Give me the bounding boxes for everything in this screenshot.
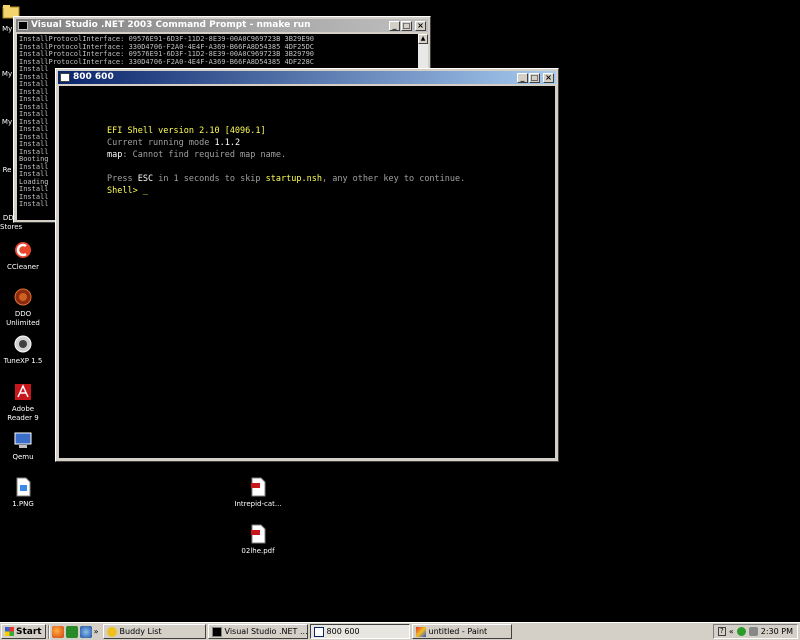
- efi-map-message: : Cannot find required map name.: [122, 150, 287, 160]
- cmd-icon: [18, 21, 28, 30]
- desktop-icon-label: Intrepid-cat...: [234, 500, 282, 508]
- efi-press-c: , any other key to continue.: [321, 174, 466, 184]
- system-tray: ? « 2:30 PM: [712, 624, 798, 639]
- task-800-600[interactable]: 800 600: [309, 624, 410, 639]
- efi-window[interactable]: 800 600 _ □ × EFI Shell version 2.10 [40…: [55, 68, 559, 462]
- desktop-icon-my-network[interactable]: My: [0, 118, 14, 127]
- task-buddy-list[interactable]: Buddy List: [102, 624, 206, 639]
- desktop-icon-label: TuneXP 1.5: [3, 357, 43, 365]
- taskbar: Start » Buddy List Visual Studio .NET ..…: [0, 622, 800, 640]
- tunexp-icon: [14, 335, 32, 353]
- start-button[interactable]: Start: [1, 624, 46, 639]
- paint-icon: [415, 626, 426, 637]
- desktop-icon-recycle-bin[interactable]: Re: [0, 166, 14, 175]
- network-icon[interactable]: [736, 627, 746, 636]
- desktop-icon-label: DDO Unlimited: [6, 310, 40, 327]
- efi-window-title: 800 600: [73, 72, 114, 82]
- efi-startup-file: startup.nsh: [265, 174, 322, 184]
- efi-mode-label: Current running mode: [107, 138, 215, 148]
- taskbar-separator: [47, 624, 50, 639]
- efi-map-key: map: [107, 150, 123, 160]
- maximize-button[interactable]: □: [529, 73, 540, 83]
- scroll-up-arrow-icon[interactable]: ▲: [418, 34, 428, 44]
- desktop: My D My My Re DDO Stores CCleaner DDO Un…: [0, 0, 800, 622]
- maximize-button[interactable]: □: [401, 21, 412, 31]
- window-icon: [60, 73, 70, 82]
- efi-titlebar[interactable]: 800 600 _ □ ×: [58, 71, 556, 84]
- task-label: Buddy List: [119, 627, 162, 636]
- buddy-list-icon: [106, 626, 117, 637]
- close-button[interactable]: ×: [415, 21, 426, 31]
- task-label: 800 600: [326, 627, 360, 636]
- desktop-icon-02lhe-pdf[interactable]: 02lhe.pdf: [231, 524, 285, 556]
- desktop-icon-label: CCleaner: [7, 263, 39, 271]
- efi-console[interactable]: EFI Shell version 2.10 [4096.1] Current …: [59, 86, 555, 458]
- window-icon: [313, 626, 324, 637]
- efi-version-line: EFI Shell version 2.10 [4096.1]: [107, 126, 266, 136]
- desktop-icon-label: Re: [2, 166, 12, 174]
- desktop-icon-label: My: [1, 70, 13, 78]
- desktop-icon-qemu[interactable]: Qemu: [0, 430, 46, 462]
- cmd-icon: [211, 626, 222, 637]
- close-button[interactable]: ×: [543, 73, 554, 83]
- ddo-icon: [14, 288, 32, 306]
- efi-esc-key: ESC: [137, 174, 154, 184]
- efi-mode-value: 1.1.2: [214, 138, 241, 148]
- quicklaunch-app-icon[interactable]: [65, 625, 78, 638]
- desktop-icon-tunexp[interactable]: TuneXP 1.5: [0, 334, 46, 366]
- task-label: Visual Studio .NET ...: [224, 627, 308, 636]
- clock[interactable]: 2:30 PM: [761, 627, 793, 636]
- efi-shell-prompt[interactable]: Shell> _: [107, 186, 148, 196]
- efi-press-a: Press: [107, 174, 138, 184]
- cmd-output-line: InstallProtocolInterface: 330D4706-F2A0-…: [19, 57, 315, 66]
- volume-icon[interactable]: [748, 627, 758, 636]
- firefox-icon[interactable]: [51, 625, 64, 638]
- desktop-icon-label: My: [1, 118, 13, 126]
- png-file-icon: [16, 477, 31, 497]
- desktop-icon-label: Qemu: [12, 453, 34, 461]
- internet-explorer-icon[interactable]: [79, 625, 92, 638]
- desktop-icon-my-computer[interactable]: My: [0, 70, 14, 79]
- desktop-icon-1-png[interactable]: 1.PNG: [0, 477, 46, 509]
- pdf-file-icon: [251, 524, 266, 544]
- desktop-icon-label: 1.PNG: [12, 500, 34, 508]
- ccleaner-icon: [15, 242, 31, 258]
- desktop-icon-label: Adobe Reader 9: [7, 405, 39, 422]
- start-label: Start: [16, 626, 42, 637]
- desktop-icon-intrepid-pdf[interactable]: Intrepid-cat...: [231, 477, 285, 509]
- quicklaunch-overflow-icon[interactable]: »: [94, 627, 99, 636]
- desktop-icon-adobe-reader[interactable]: Adobe Reader 9: [0, 382, 46, 423]
- efi-output: EFI Shell version 2.10 [4096.1] Current …: [107, 125, 555, 197]
- cmd-window-title: Visual Studio .NET 2003 Command Prompt -…: [31, 20, 311, 30]
- windows-flag-icon: [5, 627, 14, 636]
- task-label: untitled - Paint: [428, 627, 488, 636]
- minimize-button[interactable]: _: [517, 73, 528, 83]
- desktop-icon-ccleaner[interactable]: CCleaner: [0, 240, 46, 272]
- desktop-icon-label: 02lhe.pdf: [241, 547, 275, 555]
- task-paint[interactable]: untitled - Paint: [411, 624, 512, 639]
- cmd-titlebar[interactable]: Visual Studio .NET 2003 Command Prompt -…: [16, 19, 428, 32]
- tray-collapse-icon[interactable]: «: [729, 627, 734, 636]
- task-visual-studio-cmd[interactable]: Visual Studio .NET ...: [207, 624, 308, 639]
- efi-press-b: in 1 seconds to skip: [153, 174, 266, 184]
- minimize-button[interactable]: _: [389, 21, 400, 31]
- pdf-file-icon: [251, 477, 266, 497]
- help-icon[interactable]: ?: [717, 627, 726, 636]
- qemu-icon: [14, 432, 32, 448]
- desktop-icon-ddo-unlimited[interactable]: DDO Unlimited: [0, 287, 46, 328]
- adobe-reader-icon: [15, 384, 31, 400]
